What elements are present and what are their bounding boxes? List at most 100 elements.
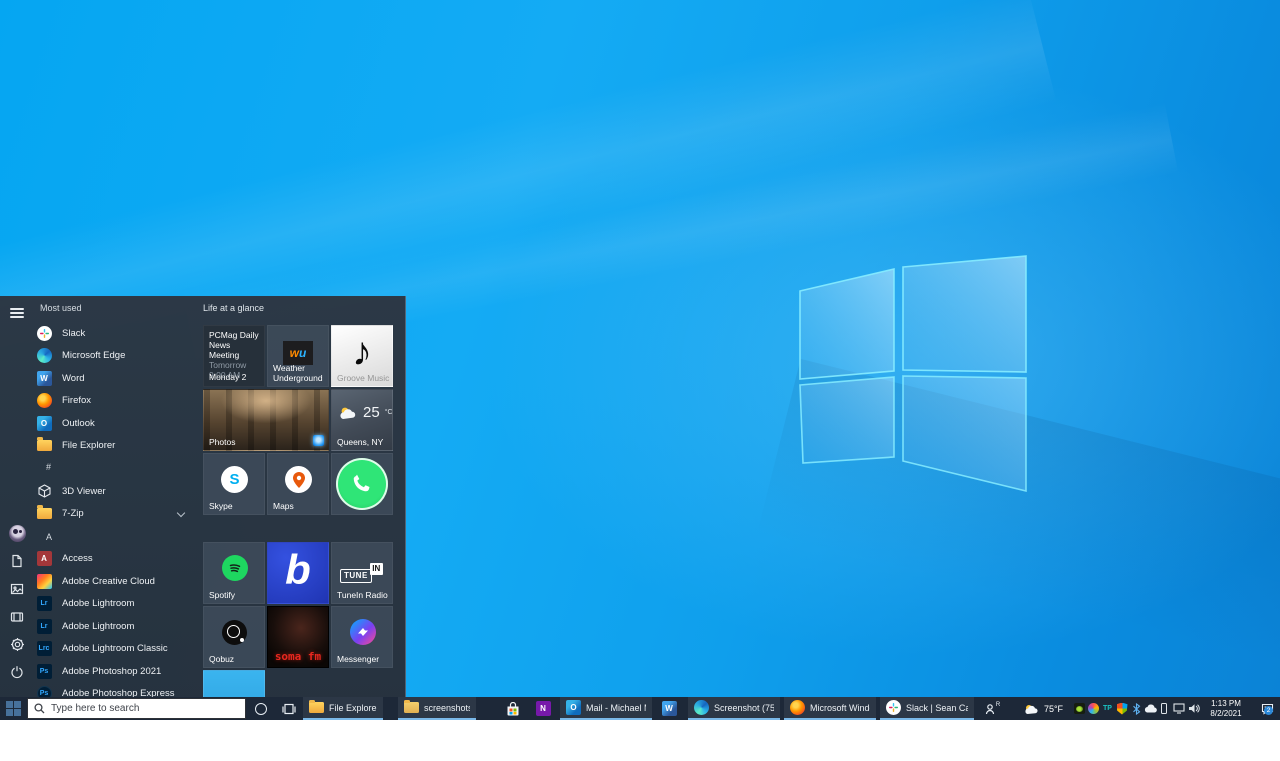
tile-weather-underground[interactable]: wu Weather Underground <box>267 325 329 387</box>
folder-icon <box>404 702 419 713</box>
calendar-event-title: PCMag Daily News Meeting <box>209 330 259 360</box>
tray-phone[interactable] <box>1157 697 1171 720</box>
tile-qobuz[interactable]: Qobuz <box>203 606 265 668</box>
tile-label: Weather Underground <box>273 364 328 383</box>
start-app-access[interactable]: A Access <box>36 547 194 569</box>
tile-spotify[interactable]: Spotify <box>203 542 265 604</box>
start-app-3d-viewer[interactable]: 3D Viewer <box>36 480 194 502</box>
sun-cloud-icon <box>338 406 358 420</box>
tile-somafm[interactable]: soma fm <box>267 606 329 668</box>
taskbar-slack[interactable]: Slack | Sean Carrol... <box>880 697 974 720</box>
lightroom-icon: Lr <box>36 595 52 611</box>
photos-app-icon <box>313 435 324 446</box>
monitor-icon <box>1173 703 1185 714</box>
app-label: Access <box>62 553 93 564</box>
folder-icon <box>36 505 52 521</box>
tile-skype[interactable]: S Skype <box>203 453 265 515</box>
tray-tp[interactable]: TP <box>1100 697 1115 720</box>
colorful-pinwheel-icon <box>1088 703 1099 714</box>
firefox-icon <box>36 392 52 408</box>
nvidia-icon <box>1074 703 1085 714</box>
user-avatar <box>9 525 26 542</box>
weather-widget[interactable]: 75°F <box>1014 697 1072 720</box>
start-expand-button[interactable] <box>6 303 28 323</box>
tray-windows-security[interactable] <box>1115 697 1129 720</box>
start-app-adobe-lightroom-classic[interactable]: Lrc Adobe Lightroom Classic <box>36 637 194 659</box>
power-button[interactable] <box>6 662 28 682</box>
tile-calendar[interactable]: PCMag Daily News Meeting Tomorrow 9:00 A… <box>203 325 265 387</box>
tile-partial[interactable] <box>203 670 265 697</box>
tray-display[interactable] <box>1171 697 1186 720</box>
messenger-icon <box>350 619 376 645</box>
speaker-icon <box>1188 703 1200 714</box>
start-app-adobe-lightroom-2[interactable]: Lr Adobe Lightroom <box>36 615 194 637</box>
taskbar-firefox[interactable]: Microsoft Window... <box>784 697 876 720</box>
bandcamp-icon: b <box>285 546 311 594</box>
chevron-down-icon <box>177 509 185 517</box>
action-center-button[interactable]: 2 <box>1254 697 1280 720</box>
app-label: Microsoft Edge <box>62 350 125 361</box>
section-header-a[interactable]: A <box>46 532 52 542</box>
start-app-adobe-creative-cloud[interactable]: Adobe Creative Cloud <box>36 570 194 592</box>
user-account-button[interactable] <box>6 523 28 543</box>
task-view-button[interactable] <box>277 697 301 720</box>
tile-maps[interactable]: Maps <box>267 453 329 515</box>
taskbar-edge[interactable]: Screenshot (75).pn... <box>688 697 780 720</box>
outlook-icon: O <box>566 700 581 715</box>
tray-pinwheel[interactable] <box>1086 697 1100 720</box>
start-app-adobe-photoshop-express[interactable]: Ps Adobe Photoshop Express <box>36 682 194 697</box>
search-icon <box>34 703 45 714</box>
taskbar-screenshots-folder[interactable]: screenshots <box>398 697 476 720</box>
tray-onedrive[interactable] <box>1143 697 1157 720</box>
start-app-firefox[interactable]: Firefox <box>36 389 194 411</box>
tile-group-header[interactable]: Life at a glance <box>203 303 264 313</box>
people-button[interactable]: R <box>980 697 1006 720</box>
tile-photos[interactable]: Photos <box>203 389 329 451</box>
settings-button[interactable] <box>6 634 28 654</box>
taskbar-onenote[interactable]: N <box>530 697 556 720</box>
app-label: Firefox <box>62 395 91 406</box>
videos-button[interactable] <box>6 607 28 627</box>
start-app-adobe-lightroom[interactable]: Lr Adobe Lightroom <box>36 592 194 614</box>
start-app-adobe-photoshop-2021[interactable]: Ps Adobe Photoshop 2021 <box>36 660 194 682</box>
tile-weather[interactable]: 25 °C Queens, NY <box>331 389 393 451</box>
taskbar-clock[interactable]: 1:13 PM 8/2/2021 <box>1199 699 1253 718</box>
tile-label: Qobuz <box>209 655 234 665</box>
pictures-button[interactable] <box>6 579 28 599</box>
start-app-microsoft-edge[interactable]: Microsoft Edge <box>36 344 194 366</box>
start-button[interactable] <box>0 697 27 720</box>
whatsapp-icon <box>336 458 388 510</box>
documents-button[interactable] <box>6 551 28 571</box>
tile-groove-music[interactable]: ♪ Groove Music <box>331 325 393 387</box>
tray-bluetooth[interactable] <box>1129 697 1143 720</box>
taskbar-file-explorer[interactable]: File Explorer <box>303 697 383 720</box>
firefox-icon <box>790 700 805 715</box>
lightroom-classic-icon: Lrc <box>36 640 52 656</box>
slack-icon <box>36 325 52 341</box>
start-app-outlook[interactable]: O Outlook <box>36 412 194 434</box>
tile-messenger[interactable]: Messenger <box>331 606 393 668</box>
start-app-file-explorer[interactable]: File Explorer <box>36 434 194 456</box>
tile-bandcamp[interactable]: b <box>267 542 329 604</box>
start-app-slack[interactable]: Slack <box>36 322 194 344</box>
taskbar-word[interactable]: W <box>656 697 682 720</box>
file-explorer-icon <box>309 702 324 713</box>
tile-label: Queens, NY <box>337 438 383 448</box>
start-app-word[interactable]: W Word <box>36 367 194 389</box>
creative-cloud-icon <box>36 573 52 589</box>
app-label: Adobe Lightroom <box>62 598 134 609</box>
taskbar-microsoft-store[interactable] <box>500 697 526 720</box>
cloud-icon <box>1144 704 1157 713</box>
start-app-7zip[interactable]: 7-Zip <box>36 502 194 524</box>
tray-nvidia[interactable] <box>1072 697 1086 720</box>
tile-whatsapp[interactable] <box>331 453 393 515</box>
spotify-icon <box>222 555 248 581</box>
tile-label: TuneIn Radio <box>337 591 388 601</box>
section-header-hash[interactable]: # <box>46 462 51 472</box>
tile-tunein-radio[interactable]: TUNEIN TuneIn Radio <box>331 542 393 604</box>
access-icon: A <box>36 550 52 566</box>
cortana-button[interactable] <box>249 697 273 720</box>
taskbar-mail-outlook[interactable]: O Mail - Michael Mu... <box>560 697 652 720</box>
taskbar-search[interactable]: Type here to search <box>27 698 246 719</box>
temperature-unit: °C <box>385 409 393 416</box>
